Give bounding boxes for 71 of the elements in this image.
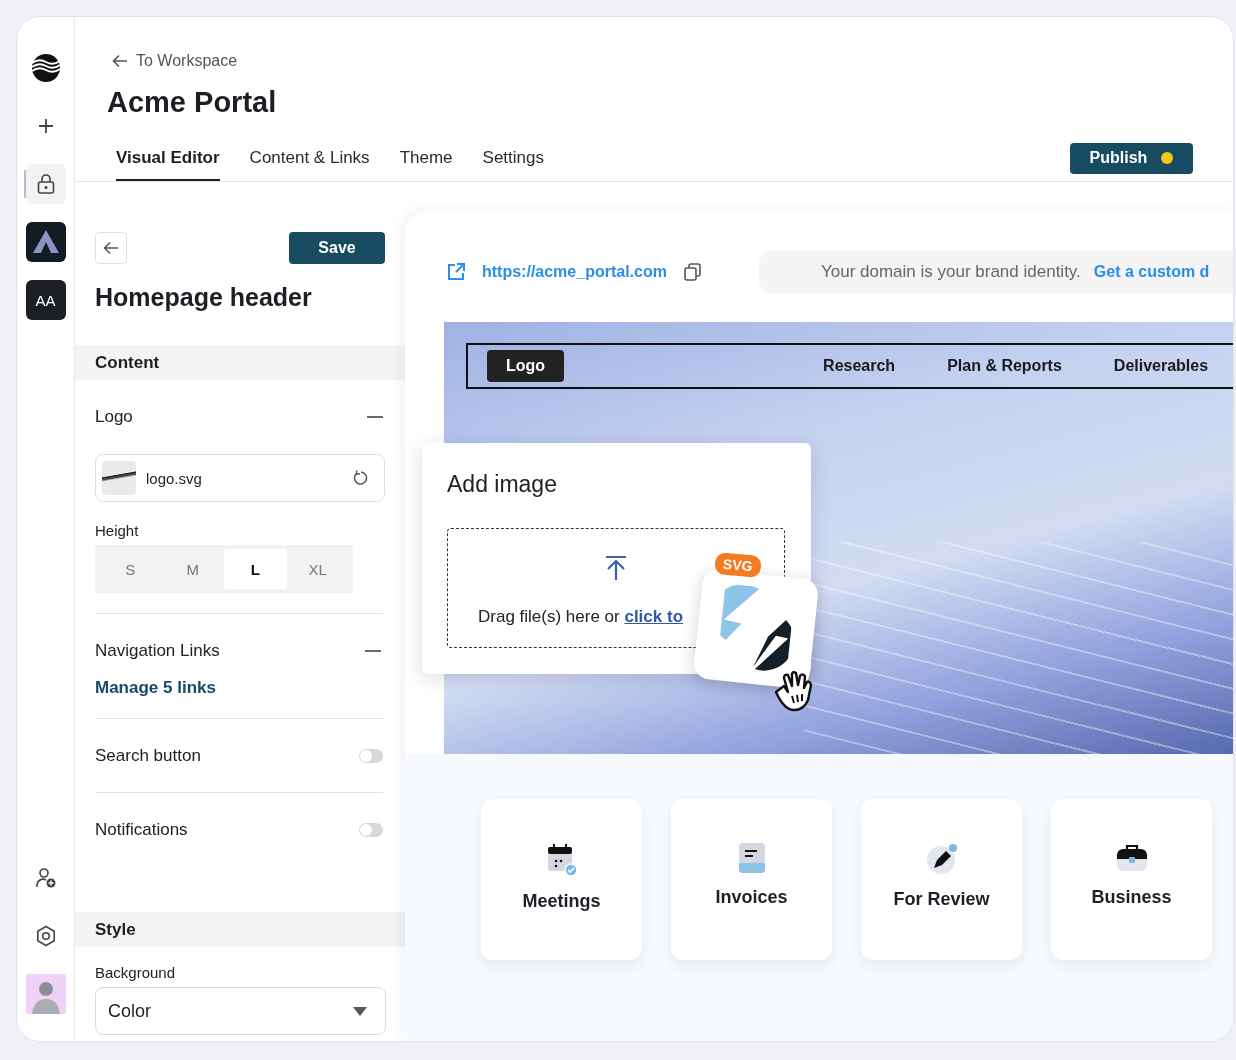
upload-link[interactable]: click to bbox=[624, 607, 684, 626]
file-type-badge: SVG bbox=[714, 552, 762, 578]
back-link[interactable]: To Workspace bbox=[112, 51, 1193, 71]
nav-link[interactable]: Deliverables bbox=[1113, 357, 1209, 375]
nav-link[interactable]: Plan & Reports bbox=[947, 357, 1062, 375]
avatar-silhouette bbox=[25, 974, 66, 1014]
font-button[interactable]: AA bbox=[25, 280, 66, 320]
back-arrow-icon bbox=[112, 54, 128, 68]
waves-logo-icon bbox=[30, 53, 61, 83]
dropdown-caret-icon bbox=[353, 1006, 367, 1016]
plus-icon bbox=[36, 117, 55, 135]
external-link-icon[interactable] bbox=[446, 262, 466, 282]
document-icon bbox=[738, 843, 765, 873]
dialog-title: Add image bbox=[447, 471, 557, 498]
section-title: Style bbox=[95, 919, 136, 940]
avatar-button[interactable] bbox=[25, 974, 66, 1014]
logo-thumbnail bbox=[102, 461, 136, 495]
category-card[interactable]: Meetings bbox=[481, 799, 642, 960]
drop-prompt: Drag file(s) here or click to bbox=[478, 607, 684, 627]
field-label: Navigation Links bbox=[95, 641, 220, 661]
lock-button[interactable] bbox=[25, 164, 66, 204]
lock-icon bbox=[36, 173, 55, 195]
toggle-switch[interactable] bbox=[359, 749, 383, 763]
app-button[interactable] bbox=[25, 222, 66, 262]
back-button[interactable] bbox=[95, 232, 127, 264]
panel-title: Homepage header bbox=[95, 282, 313, 312]
card-title: Invoices bbox=[715, 887, 788, 908]
tab[interactable]: Theme bbox=[399, 141, 453, 181]
size-option[interactable]: S bbox=[99, 549, 162, 589]
back-arrow-icon bbox=[103, 241, 119, 255]
calendar-icon bbox=[546, 843, 577, 877]
logo-placeholder[interactable]: Logo bbox=[487, 350, 565, 382]
size-option[interactable]: M bbox=[161, 549, 224, 589]
size-option[interactable]: XL bbox=[286, 549, 349, 589]
card-title: Meetings bbox=[522, 891, 601, 912]
background-dropdown[interactable]: Color bbox=[95, 987, 386, 1035]
refresh-icon[interactable] bbox=[352, 470, 368, 486]
pen-icon bbox=[925, 843, 958, 875]
category-card[interactable]: For Review bbox=[861, 799, 1022, 960]
settings-icon bbox=[34, 925, 57, 947]
banner-text: Your domain is your brand identity. bbox=[820, 262, 1081, 282]
field-label: Search button bbox=[95, 746, 201, 766]
briefcase-icon bbox=[1115, 843, 1148, 873]
minus-icon bbox=[367, 416, 383, 418]
size-option[interactable]: L bbox=[224, 549, 287, 589]
back-link-label[interactable]: To Workspace bbox=[136, 51, 238, 71]
add-user-icon bbox=[34, 867, 57, 889]
category-card[interactable]: Invoices bbox=[671, 799, 832, 960]
tab[interactable]: Content & Links bbox=[249, 141, 370, 181]
card-title: Business bbox=[1091, 887, 1172, 908]
manage-links-link[interactable]: Manage 5 links bbox=[95, 677, 383, 699]
nav-link[interactable]: Research bbox=[823, 357, 896, 375]
file-name: logo.svg bbox=[146, 469, 203, 487]
publish-button[interactable]: Publish bbox=[1070, 142, 1193, 174]
field-label: Logo bbox=[95, 407, 133, 427]
tab[interactable]: Visual Editor bbox=[116, 141, 220, 181]
minus-icon bbox=[365, 650, 381, 652]
card-title: For Review bbox=[893, 889, 990, 910]
copy-icon[interactable] bbox=[683, 263, 701, 281]
save-button[interactable]: Save bbox=[289, 232, 385, 264]
toggle-switch[interactable] bbox=[359, 823, 383, 837]
section-title: Content bbox=[95, 352, 160, 373]
field-label: Height bbox=[95, 522, 140, 540]
upload-icon bbox=[605, 555, 627, 581]
tab[interactable]: Settings bbox=[482, 141, 544, 181]
page-title: Acme Portal bbox=[107, 85, 278, 119]
file-field[interactable]: logo.svg bbox=[95, 454, 385, 502]
field-label: Background bbox=[95, 964, 177, 982]
triangle-logo-icon bbox=[31, 229, 60, 255]
field-label: Notifications bbox=[95, 820, 188, 840]
category-card[interactable]: Business bbox=[1051, 799, 1212, 960]
